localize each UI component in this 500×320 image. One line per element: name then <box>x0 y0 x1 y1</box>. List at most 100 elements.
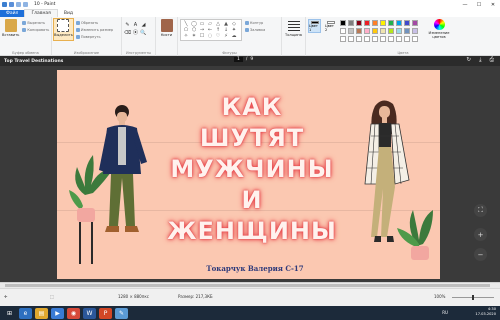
color1-button[interactable]: Цвет 1 <box>308 19 321 33</box>
eraser-icon[interactable]: ⌫ <box>124 29 131 36</box>
brushes-button[interactable]: Кисти <box>158 19 175 37</box>
zoom-in-button[interactable]: + <box>474 228 487 241</box>
color-picker-icon[interactable]: ⦿ <box>132 29 139 36</box>
palette-swatch[interactable] <box>396 28 402 34</box>
fit-page-button[interactable]: ⛶ <box>474 204 487 217</box>
crop-icon <box>75 20 80 25</box>
palette-swatch[interactable] <box>364 28 370 34</box>
tab-view[interactable]: Вид <box>58 10 79 17</box>
shape-cloud-icon[interactable]: ☁ <box>230 33 238 39</box>
outline-dropdown[interactable]: Контур <box>245 19 265 26</box>
palette-swatch[interactable] <box>348 20 354 26</box>
shapes-gallery[interactable]: ╲ ◯ ▭ ▱ △ ▲ ◇ ⬠ ⬡ → ← ↑ ↓ ✦ ✧ ✶ ☐ ◌ ♡ ⚡ … <box>180 19 242 41</box>
palette-swatch[interactable] <box>388 36 394 42</box>
palette-swatch[interactable] <box>364 36 370 42</box>
print-icon[interactable]: ⎙ <box>490 57 494 64</box>
text-icon[interactable]: A <box>132 21 139 28</box>
zoom-level: 100% <box>434 294 446 299</box>
palette-swatch[interactable] <box>404 28 410 34</box>
minimize-button[interactable]: — <box>458 0 472 9</box>
download-icon[interactable]: ⤓ <box>479 57 481 64</box>
windows-start-icon[interactable]: ⊞ <box>3 308 16 319</box>
palette-swatch[interactable] <box>340 20 346 26</box>
scroll-thumb[interactable] <box>5 284 490 287</box>
palette-swatch[interactable] <box>388 28 394 34</box>
headline-line: ШУТЯТ <box>199 124 305 152</box>
chrome-icon[interactable]: ◉ <box>67 307 80 319</box>
shape-callout-rect-icon[interactable]: ☐ <box>198 33 206 39</box>
zoom-slider-knob[interactable] <box>472 295 474 300</box>
palette-swatch[interactable] <box>404 20 410 26</box>
copy-button[interactable]: Копировать <box>22 26 49 33</box>
pencil-icon[interactable]: ✎ <box>124 21 131 28</box>
palette-swatch[interactable] <box>372 36 378 42</box>
scissors-icon <box>22 20 27 25</box>
palette-swatch[interactable] <box>380 36 386 42</box>
man-illustration <box>69 105 147 264</box>
word-icon[interactable]: W <box>83 307 96 319</box>
shape-lightning-icon[interactable]: ⚡ <box>222 33 230 39</box>
shape-callout-oval-icon[interactable]: ◌ <box>206 33 214 39</box>
palette-swatch[interactable] <box>388 20 394 26</box>
paste-button[interactable]: Вставить <box>2 19 19 37</box>
edit-colors-button[interactable]: Изменение цветов <box>426 19 452 39</box>
paint-window: 10 - Paint — ☐ ✕ Файл Главная Вид Встави… <box>0 0 500 320</box>
undo-icon[interactable] <box>16 2 21 7</box>
palette-swatch[interactable] <box>412 36 418 42</box>
shape-star5-icon[interactable]: ✧ <box>182 33 190 39</box>
powerpoint-icon[interactable]: P <box>99 307 112 319</box>
zoom-out-button[interactable]: − <box>474 248 487 261</box>
maximize-button[interactable]: ☐ <box>472 0 486 9</box>
clipboard-group: Вставить Вырезать Копировать Буфер обмен… <box>0 17 52 56</box>
tab-file[interactable]: Файл <box>0 10 25 17</box>
palette-swatch[interactable] <box>340 28 346 34</box>
palette-swatch[interactable] <box>340 36 346 42</box>
palette-swatch[interactable] <box>412 20 418 26</box>
palette-swatch[interactable] <box>356 28 362 34</box>
fill-bucket-icon[interactable]: ◢ <box>140 21 147 28</box>
page-number-input[interactable]: 1 <box>234 57 243 62</box>
paint-taskbar-icon[interactable]: ✎ <box>115 307 128 319</box>
fill-dropdown[interactable]: Заливка <box>245 26 265 33</box>
shapes-group: ╲ ◯ ▭ ▱ △ ▲ ◇ ⬠ ⬡ → ← ↑ ↓ ✦ ✧ ✶ ☐ ◌ ♡ ⚡ … <box>178 17 282 56</box>
zoom-slider[interactable] <box>452 295 494 300</box>
palette-swatch[interactable] <box>356 20 362 26</box>
size-button[interactable]: Толщина <box>284 19 303 37</box>
media-icon[interactable]: ▶ <box>51 307 64 319</box>
palette-swatch[interactable] <box>372 28 378 34</box>
color2-button[interactable]: Цвет 2 <box>324 19 337 33</box>
clipboard-icon <box>4 19 17 32</box>
palette-swatch[interactable] <box>364 20 370 26</box>
palette-swatch[interactable] <box>380 28 386 34</box>
resize-button[interactable]: Изменить размер <box>75 26 113 33</box>
palette-swatch[interactable] <box>356 36 362 42</box>
close-button[interactable]: ✕ <box>486 0 500 9</box>
paste-label: Вставить <box>2 33 20 37</box>
palette-swatch[interactable] <box>348 36 354 42</box>
palette-swatch[interactable] <box>412 28 418 34</box>
select-button[interactable]: Выделить <box>53 18 74 41</box>
cut-button[interactable]: Вырезать <box>22 19 49 26</box>
language-indicator[interactable]: RU <box>442 310 448 315</box>
shape-heart-icon[interactable]: ♡ <box>214 33 222 39</box>
explorer-icon[interactable]: ▤ <box>35 307 48 319</box>
palette-swatch[interactable] <box>396 20 402 26</box>
crop-button[interactable]: Обрезать <box>75 19 113 26</box>
canvas-area[interactable]: КАК ШУТЯТ МУЖЧИНЫ И ЖЕНЩИНЫ Токарчук Вал… <box>0 66 500 282</box>
palette-swatch[interactable] <box>404 36 410 42</box>
palette-swatch[interactable] <box>396 36 402 42</box>
palette-swatch[interactable] <box>380 20 386 26</box>
save-icon[interactable] <box>9 2 14 7</box>
rotate-button[interactable]: Повернуть <box>75 33 113 40</box>
rotate-page-icon[interactable]: ↻ <box>467 57 472 64</box>
image-group-title: Изображение <box>73 51 100 55</box>
clock[interactable]: 4:30 17.03.2020 <box>475 307 496 317</box>
tab-home[interactable]: Главная <box>24 9 58 17</box>
shape-star6-icon[interactable]: ✶ <box>190 33 198 39</box>
ie-icon[interactable]: e <box>19 307 32 319</box>
tools-group: ✎ A ◢ ⌫ ⦿ 🔍 Инструменты <box>122 17 156 56</box>
palette-swatch[interactable] <box>348 28 354 34</box>
magnifier-icon[interactable]: 🔍 <box>140 29 147 36</box>
palette-swatch[interactable] <box>372 20 378 26</box>
redo-icon[interactable] <box>23 2 28 7</box>
